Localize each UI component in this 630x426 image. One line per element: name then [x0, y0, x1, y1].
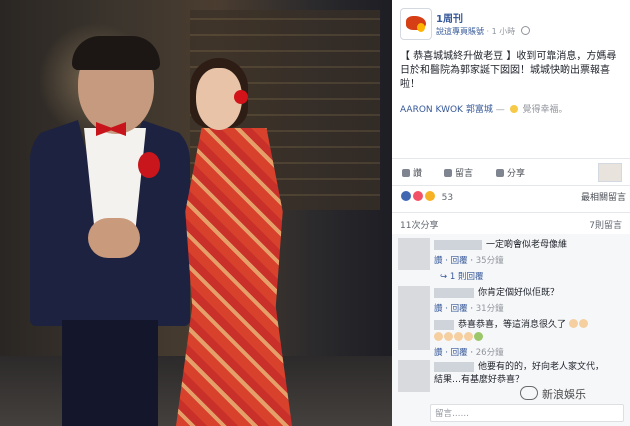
globe-icon [520, 26, 530, 35]
comment-text-continued: 結果…有基麼好恭喜？ [434, 375, 525, 385]
comment-time[interactable]: 26分鐘 [476, 348, 504, 358]
post-header: 1周刊 說這專頁賬號 · 1 小時 [400, 6, 626, 46]
commenter-name[interactable] [434, 288, 474, 298]
comment-reply-link[interactable]: 回覆 [451, 256, 468, 266]
post-text: 【 恭喜城城終升做老豆 】收到可靠消息，方媽尋日於和醫院為郭家誕下囡囡！城城快啲… [400, 51, 617, 90]
comment-reply-link[interactable]: 回覆 [451, 304, 468, 314]
like-button[interactable]: 讚 [402, 166, 422, 179]
comment-like-link[interactable]: 讚 [434, 348, 443, 358]
comment-input[interactable]: 留言…… [430, 404, 624, 422]
comment-icon [444, 169, 452, 177]
commenter-avatar[interactable] [398, 318, 430, 350]
emoji-icon [578, 319, 588, 328]
emoji-row [434, 332, 484, 344]
commenter-avatar[interactable] [398, 286, 430, 318]
commenter-name[interactable] [434, 362, 474, 372]
post-actions: 讚 留言 分享 [392, 158, 630, 186]
share-comment-counts: 11次分享 7則留言 [392, 212, 630, 233]
haha-reaction-icon [423, 190, 436, 202]
comment-time[interactable]: 31分鐘 [476, 304, 504, 314]
comment-actions: 讚 · 回覆 · 26分鐘 [434, 348, 504, 358]
share-icon [496, 169, 504, 177]
post-tagline: AARON KWOK 郭富城 — 覺得幸福。 [400, 105, 568, 115]
comment-button[interactable]: 留言 [444, 166, 473, 179]
tagged-person[interactable]: AARON KWOK 郭富城 [400, 105, 493, 115]
post-meta: 說這專頁賬號 · 1 小時 [436, 26, 530, 37]
comment-text: 恭喜恭喜，等這消息很久了 [458, 319, 589, 331]
post-body: 【 恭喜城城終升做老豆 】收到可靠消息，方媽尋日於和醫院為郭家誕下囡囡！城城快啲… [400, 50, 626, 92]
comment-actions: 讚 · 回覆 · 31分鐘 [434, 304, 504, 314]
comment-time[interactable]: 35分鐘 [476, 256, 504, 266]
post-time[interactable]: 1 小時 [492, 27, 516, 36]
comment-text: 你肯定個好似佢既？ [478, 288, 560, 298]
wedding-photo [0, 0, 392, 426]
comments-section: 一定啲會似老母像維 讚 · 回覆 · 35分鐘 ↪ 1 則回覆 你肯定個好似佢既… [392, 234, 630, 426]
view-replies-link[interactable]: ↪ 1 則回覆 [440, 270, 483, 282]
comment-text: 一定啲會似老母像維 [486, 240, 568, 250]
thumbs-up-icon [402, 169, 410, 177]
comment-like-link[interactable]: 讚 [434, 304, 443, 314]
profile-selector-thumb[interactable] [598, 163, 622, 182]
reaction-count: 53 [441, 193, 454, 203]
comment-count[interactable]: 7則留言 [589, 218, 622, 231]
comment-text: 他要有的的，好向老人家文代， [478, 362, 605, 372]
smiley-icon [509, 105, 518, 113]
like-reaction-icon [400, 190, 412, 202]
page-name[interactable]: 1周刊 [436, 10, 463, 25]
commenter-name[interactable] [434, 240, 482, 250]
feeling-text: 覺得幸福。 [522, 105, 568, 115]
page-avatar[interactable] [400, 8, 432, 40]
comment-reply-link[interactable]: 回覆 [451, 348, 468, 358]
commenter-name[interactable] [434, 320, 454, 330]
comment-actions: 讚 · 回覆 · 35分鐘 [434, 256, 504, 266]
meta-link[interactable]: 說這專頁賬號 [436, 27, 484, 36]
facebook-post-panel: 1周刊 說這專頁賬號 · 1 小時 【 恭喜城城終升做老豆 】收到可靠消息，方媽… [392, 0, 630, 426]
wechat-icon [520, 386, 538, 400]
comment-sort-dropdown[interactable]: 最相關留言 [581, 190, 626, 203]
love-reaction-icon [411, 190, 424, 202]
reactions-bar[interactable]: 53 最相關留言 [400, 190, 626, 206]
commenter-avatar[interactable] [398, 238, 430, 270]
watermark: 新浪娛乐 [520, 386, 586, 402]
share-count[interactable]: 11次分享 [400, 218, 438, 231]
comment-like-link[interactable]: 讚 [434, 256, 443, 266]
share-button[interactable]: 分享 [496, 166, 525, 179]
emoji-icon [568, 319, 578, 328]
commenter-avatar[interactable] [398, 360, 430, 392]
